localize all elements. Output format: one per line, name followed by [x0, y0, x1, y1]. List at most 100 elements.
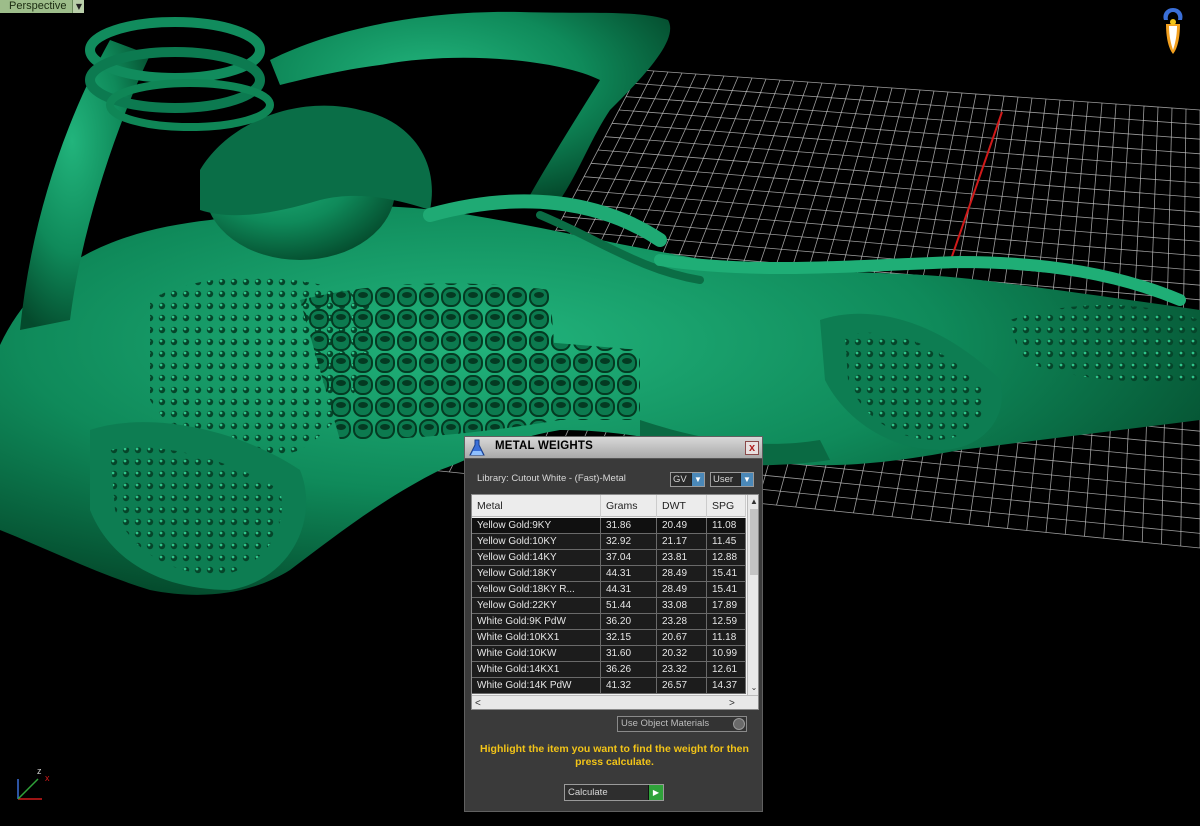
grid-line: [569, 202, 1200, 257]
instruction-text: Highlight the item you want to find the …: [480, 743, 749, 768]
view-name-label[interactable]: Perspective: [0, 0, 74, 13]
user-dropdown[interactable]: User ▼: [710, 472, 754, 487]
table-cell-grams: 36.26: [601, 662, 657, 677]
metal-table[interactable]: Metal Grams DWT SPG Yellow Gold:9KY 31.8…: [471, 494, 759, 710]
play-icon[interactable]: ▶: [648, 785, 663, 800]
table-cell-grams: 37.04: [601, 550, 657, 565]
column-header-dwt[interactable]: DWT: [657, 495, 707, 517]
dialog-title-bar[interactable]: METAL WEIGHTS x: [465, 437, 762, 459]
table-cell-metal: Yellow Gold:22KY: [472, 598, 601, 613]
table-cell-spg: 15.41: [707, 566, 746, 581]
table-row[interactable]: Yellow Gold:18KY R... 44.31 28.49 15.41: [472, 582, 746, 598]
grid-line: [576, 189, 1200, 242]
table-cell-grams: 36.20: [601, 614, 657, 629]
table-cell-grams: 31.60: [601, 646, 657, 661]
table-cell-metal: White Gold:10KW: [472, 646, 601, 661]
table-cell-dwt: 21.17: [657, 534, 707, 549]
table-cell-grams: 32.15: [601, 630, 657, 645]
scroll-thumb[interactable]: [750, 509, 758, 575]
table-cell-dwt: 20.67: [657, 630, 707, 645]
table-cell-metal: White Gold:14KX1: [472, 662, 601, 677]
table-cell-dwt: 20.32: [657, 646, 707, 661]
table-cell-dwt: 23.81: [657, 550, 707, 565]
gv-dropdown-value: GV: [673, 474, 687, 485]
table-cell-spg: 12.88: [707, 550, 746, 565]
axis-x-label: x: [45, 773, 50, 783]
table-cell-metal: Yellow Gold:18KY: [472, 566, 601, 581]
table-cell-metal: Yellow Gold:14KY: [472, 550, 601, 565]
table-cell-dwt: 33.08: [657, 598, 707, 613]
table-cell-spg: 11.08: [707, 518, 746, 533]
table-cell-spg: 11.18: [707, 630, 746, 645]
grid-line: [604, 136, 1200, 184]
table-cell-spg: 14.37: [707, 678, 746, 693]
table-cell-spg: 11.45: [707, 534, 746, 549]
table-cell-metal: White Gold:14K PdW: [472, 678, 601, 693]
radio-icon[interactable]: [733, 718, 745, 730]
table-cell-grams: 44.31: [601, 582, 657, 597]
table-cell-spg: 12.59: [707, 614, 746, 629]
column-header-spg[interactable]: SPG: [707, 495, 746, 517]
table-cell-dwt: 28.49: [657, 566, 707, 581]
scroll-right-icon[interactable]: >: [729, 696, 735, 709]
view-tab[interactable]: Perspective ▼: [0, 0, 85, 13]
table-cell-metal: Yellow Gold:9KY: [472, 518, 601, 533]
axis-z-label: z: [37, 766, 42, 776]
axis-gizmo: z x: [17, 766, 50, 800]
table-cell-metal: White Gold:9K PdW: [472, 614, 601, 629]
table-cell-grams: 41.32: [601, 678, 657, 693]
table-cell-dwt: 26.57: [657, 678, 707, 693]
table-row[interactable]: Yellow Gold:18KY 44.31 28.49 15.41: [472, 566, 746, 582]
horizontal-scrollbar[interactable]: < >: [472, 695, 758, 709]
gv-dropdown-arrow-icon[interactable]: ▼: [691, 473, 704, 486]
table-row[interactable]: White Gold:9K PdW 36.20 23.28 12.59: [472, 614, 746, 630]
table-row[interactable]: White Gold:10KX1 32.15 20.67 11.18: [472, 630, 746, 646]
table-cell-dwt: 28.49: [657, 582, 707, 597]
metal-weights-dialog[interactable]: METAL WEIGHTS x Library: Cutout White - …: [464, 436, 763, 812]
table-row[interactable]: Yellow Gold:14KY 37.04 23.81 12.88: [472, 550, 746, 566]
view-dropdown-arrow-icon[interactable]: ▼: [73, 0, 85, 13]
table-cell-spg: 12.61: [707, 662, 746, 677]
scroll-down-icon[interactable]: ⌄: [748, 682, 758, 694]
table-row[interactable]: Yellow Gold:10KY 32.92 21.17 11.45: [472, 534, 746, 550]
table-row[interactable]: Yellow Gold:22KY 51.44 33.08 17.89: [472, 598, 746, 614]
column-header-metal[interactable]: Metal: [472, 495, 601, 517]
table-cell-spg: 15.41: [707, 582, 746, 597]
table-cell-grams: 32.92: [601, 534, 657, 549]
table-row[interactable]: White Gold:14K PdW 41.32 26.57 14.37: [472, 678, 746, 694]
flask-icon: [469, 439, 485, 456]
table-cell-dwt: 23.32: [657, 662, 707, 677]
grid-line: [583, 176, 1200, 228]
calculate-label: Calculate: [568, 787, 608, 798]
grid-line: [618, 109, 1200, 155]
grid-line: [597, 149, 1200, 198]
table-cell-grams: 31.86: [601, 518, 657, 533]
table-cell-spg: 17.89: [707, 598, 746, 613]
column-header-grams[interactable]: Grams: [601, 495, 657, 517]
user-dropdown-arrow-icon[interactable]: ▼: [740, 473, 753, 486]
grid-line: [590, 162, 1200, 213]
app-logo-icon: [1163, 8, 1183, 54]
vertical-scrollbar[interactable]: ▲ ⌄: [747, 495, 758, 695]
use-object-materials-toggle[interactable]: Use Object Materials: [617, 716, 747, 732]
user-dropdown-value: User: [713, 474, 734, 485]
scroll-left-icon[interactable]: <: [475, 696, 481, 709]
calculate-button[interactable]: Calculate ▶: [564, 784, 664, 801]
table-row[interactable]: Yellow Gold:9KY 31.86 20.49 11.08: [472, 518, 746, 534]
table-cell-spg: 10.99: [707, 646, 746, 661]
table-cell-metal: Yellow Gold:18KY R...: [472, 582, 601, 597]
table-body: Yellow Gold:9KY 31.86 20.49 11.08 Yellow…: [472, 518, 746, 694]
scroll-up-icon[interactable]: ▲: [748, 496, 758, 508]
table-cell-dwt: 20.49: [657, 518, 707, 533]
dialog-title: METAL WEIGHTS: [495, 440, 594, 452]
table-cell-metal: White Gold:10KX1: [472, 630, 601, 645]
table-cell-grams: 44.31: [601, 566, 657, 581]
library-label: Library: Cutout White - (Fast)-Metal: [477, 473, 626, 484]
table-row[interactable]: White Gold:14KX1 36.26 23.32 12.61: [472, 662, 746, 678]
close-button[interactable]: x: [745, 441, 759, 455]
use-object-materials-label: Use Object Materials: [621, 718, 710, 729]
grid-line: [611, 122, 1200, 169]
table-row[interactable]: White Gold:10KW 31.60 20.32 10.99: [472, 646, 746, 662]
gv-dropdown[interactable]: GV ▼: [670, 472, 705, 487]
table-cell-dwt: 23.28: [657, 614, 707, 629]
